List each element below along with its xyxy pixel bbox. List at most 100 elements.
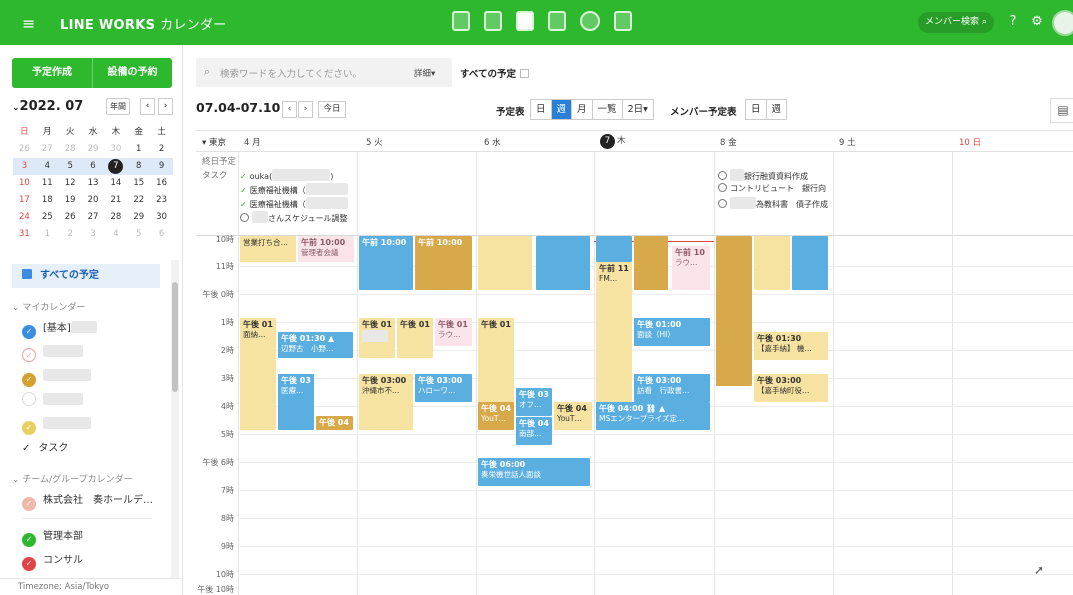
view-week-button[interactable]: 週: [551, 100, 573, 119]
search-input[interactable]: 検索ワードを入力してください。: [220, 66, 362, 80]
mini-calendar-day[interactable]: 19: [59, 192, 82, 209]
task-app-icon[interactable]: [580, 11, 600, 31]
mini-calendar-day[interactable]: 3: [82, 226, 105, 243]
mini-calendar-day[interactable]: 3: [13, 158, 36, 175]
help-icon[interactable]: ?: [1003, 12, 1023, 32]
my-calendar-basic[interactable]: ✓ [基本]: [22, 320, 97, 339]
event-block[interactable]: 午後 01: [397, 318, 433, 358]
event-block[interactable]: 午前 10:00: [415, 236, 472, 290]
mini-calendar-day[interactable]: 4: [104, 226, 127, 243]
event-block[interactable]: 午後 01: [359, 318, 395, 358]
event-block[interactable]: 午後 01:30 【嘉手納】 機…: [754, 332, 828, 360]
mini-calendar-day[interactable]: 15: [127, 175, 150, 192]
event-block[interactable]: [478, 236, 532, 290]
prev-month-button[interactable]: ‹: [140, 98, 155, 115]
mini-calendar-day[interactable]: 2: [59, 226, 82, 243]
form-app-icon[interactable]: [614, 11, 632, 31]
mini-calendar-day[interactable]: 12: [59, 175, 82, 192]
day-header-sun[interactable]: 10 日: [959, 136, 981, 148]
task-item[interactable]: さんスケジュール調整: [240, 211, 347, 224]
event-block[interactable]: 営業打ち合…: [240, 236, 296, 262]
checked-circle-icon[interactable]: ✓: [22, 497, 36, 511]
message-app-icon[interactable]: [484, 11, 502, 31]
my-calendar-task[interactable]: ✓ タスク: [22, 440, 68, 458]
mini-calendar-day[interactable]: 14: [104, 175, 127, 192]
unchecked-circle-icon[interactable]: [22, 392, 36, 406]
event-block[interactable]: 午後 01 ラウ…: [435, 318, 472, 346]
mini-calendar-day[interactable]: 9: [150, 158, 173, 175]
my-calendar-item[interactable]: ✓: [22, 344, 83, 362]
event-block[interactable]: 午後 04 南部…: [516, 417, 552, 445]
calendar-app-icon[interactable]: [516, 11, 534, 31]
user-avatar[interactable]: [1052, 10, 1073, 36]
event-block[interactable]: [596, 236, 632, 262]
search-detail-button[interactable]: 詳細▾: [414, 67, 435, 79]
event-block[interactable]: 午後 01 面納…: [240, 318, 276, 430]
mini-calendar-day[interactable]: 5: [59, 158, 82, 175]
task-item[interactable]: ✓ 医療福祉機構（: [240, 197, 348, 210]
next-month-button[interactable]: ›: [158, 98, 173, 115]
view-list-button[interactable]: 一覧: [593, 100, 623, 119]
mini-calendar-day[interactable]: 21: [104, 192, 127, 209]
team-calendar-item[interactable]: ✓ 管理本部: [22, 528, 83, 547]
mini-calendar-day[interactable]: 1: [127, 141, 150, 158]
mini-calendar-day[interactable]: 30: [150, 209, 173, 226]
sidebar-scrollbar[interactable]: [171, 260, 179, 578]
event-block[interactable]: [634, 236, 668, 290]
my-calendar-item[interactable]: ✓: [22, 368, 91, 387]
unchecked-circle-icon[interactable]: [718, 171, 727, 180]
check-icon[interactable]: ✓: [240, 172, 247, 181]
day-header-thu[interactable]: 7木: [600, 134, 626, 149]
app-logo[interactable]: LINE WORKS カレンダー: [60, 14, 227, 33]
mini-calendar-day[interactable]: 29: [82, 141, 105, 158]
event-block[interactable]: 午後 06:00 奏栄機世話人面談: [478, 458, 590, 486]
day-header-mon[interactable]: 4 月: [244, 136, 261, 148]
team-calendar-item[interactable]: ✓ コンサル: [22, 552, 83, 571]
mini-calendar-day[interactable]: 31: [13, 226, 36, 243]
task-item[interactable]: 銀行融資資料作成: [718, 169, 808, 182]
mini-calendar-day[interactable]: 27: [36, 141, 59, 158]
mini-calendar-day[interactable]: 30: [104, 141, 127, 158]
check-icon[interactable]: ✓: [240, 200, 247, 209]
view-2day-dropdown[interactable]: 2日▾: [623, 100, 653, 119]
mini-calendar-day[interactable]: 17: [13, 192, 36, 209]
unchecked-circle-icon[interactable]: [718, 199, 727, 208]
event-block[interactable]: [536, 236, 590, 290]
mini-calendar-day[interactable]: 22: [127, 192, 150, 209]
mini-calendar-day[interactable]: 29: [127, 209, 150, 226]
checked-circle-icon[interactable]: ✓: [22, 348, 36, 362]
event-block[interactable]: [792, 236, 828, 290]
my-calendar-item[interactable]: [22, 392, 83, 410]
unchecked-circle-icon[interactable]: [718, 183, 727, 192]
mini-calendar-day[interactable]: 13: [82, 175, 105, 192]
task-item[interactable]: コントリビュート 銀行向: [718, 183, 826, 194]
event-block[interactable]: 午後 03:00 沖縄市不…: [359, 374, 413, 430]
event-block[interactable]: 午後 04 YouT…: [554, 402, 592, 430]
checked-circle-icon[interactable]: ✓: [22, 533, 36, 547]
facility-reservation-button[interactable]: 設備の予約: [92, 58, 172, 88]
team-calendars-section[interactable]: ⌄ チーム/グループカレンダー: [12, 472, 133, 485]
event-block[interactable]: 午後 04: [316, 416, 353, 430]
member-week-button[interactable]: 週: [767, 100, 787, 119]
event-block[interactable]: 午後 01:00 面談（HI）: [634, 318, 710, 346]
member-day-button[interactable]: 日: [746, 100, 767, 119]
day-header-fri[interactable]: 8 金: [720, 136, 737, 148]
event-block[interactable]: [754, 236, 790, 290]
event-block[interactable]: 午後 03:00 ハローワ…: [415, 374, 472, 402]
my-calendars-section[interactable]: ⌄ マイカレンダー: [12, 300, 85, 313]
mini-calendar-day[interactable]: 20: [82, 192, 105, 209]
mini-calendar-day[interactable]: 25: [36, 209, 59, 226]
mini-calendar-day[interactable]: 11: [36, 175, 59, 192]
event-block[interactable]: [716, 236, 752, 386]
mini-calendar-day[interactable]: 28: [59, 141, 82, 158]
checked-circle-icon[interactable]: ✓: [22, 557, 36, 571]
team-calendar-item[interactable]: ✓ 株式会社 奏ホールデ…: [22, 492, 153, 511]
event-block[interactable]: 午後 04 YouT…: [478, 402, 514, 430]
mini-calendar-day[interactable]: 26: [13, 141, 36, 158]
mini-calendar-day[interactable]: 2: [150, 141, 173, 158]
check-icon[interactable]: ✓: [240, 186, 247, 195]
mini-calendar-day[interactable]: 7: [104, 158, 127, 175]
checked-circle-icon[interactable]: ✓: [22, 373, 36, 387]
task-item[interactable]: 為教科書 債子作成: [718, 197, 828, 210]
filter-settings-icon[interactable]: [519, 69, 529, 78]
